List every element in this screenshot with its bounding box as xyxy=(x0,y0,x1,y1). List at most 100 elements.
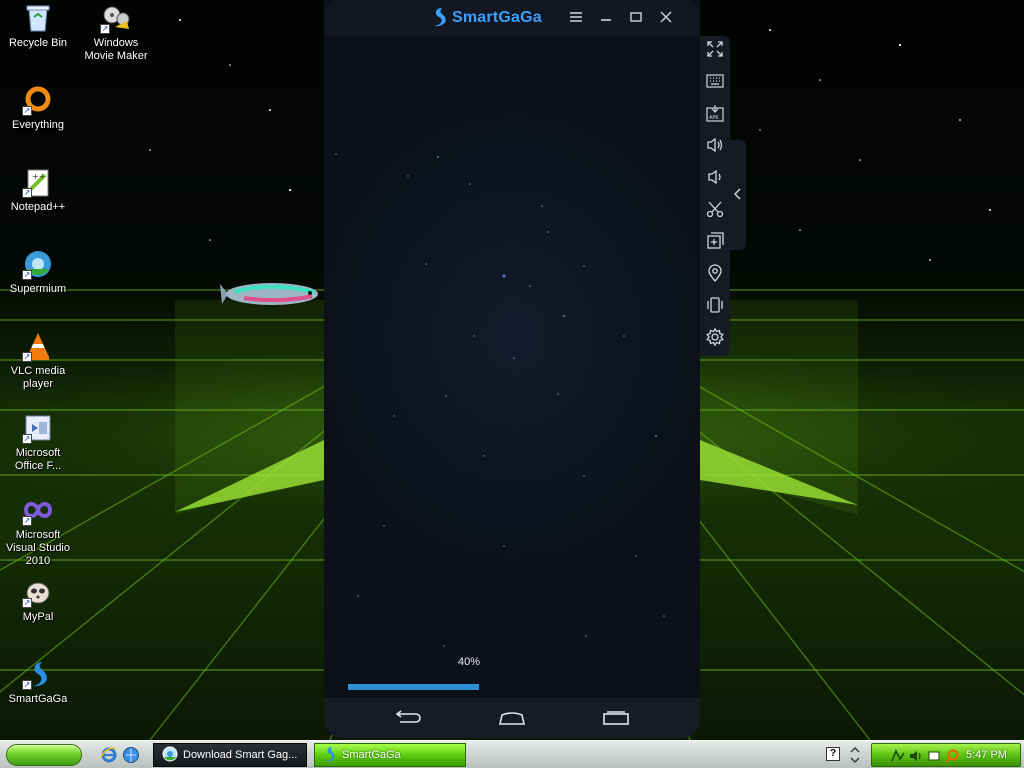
maximize-button[interactable] xyxy=(626,8,646,28)
tray-volume-icon[interactable] xyxy=(908,748,924,764)
smartgaga-icon: ↗ xyxy=(22,658,54,690)
quick-launch-show-desktop[interactable] xyxy=(122,746,140,764)
desktop-icon-mypal[interactable]: ↗ MyPal xyxy=(0,576,76,624)
home-icon xyxy=(498,712,526,729)
svg-text:APK: APK xyxy=(709,115,719,121)
apk-install-icon: APK xyxy=(706,104,724,125)
shake-icon xyxy=(706,296,724,317)
close-button[interactable] xyxy=(656,8,676,28)
desktop-fish-decoration xyxy=(220,283,318,305)
multi-instance-icon xyxy=(706,231,724,253)
emulator-brand: SmartGaGa xyxy=(430,7,542,30)
location-button[interactable] xyxy=(704,263,726,285)
desktop-icon-recycle-bin[interactable]: Recycle Bin xyxy=(0,2,76,50)
desktop-icon-smartgaga[interactable]: ↗ SmartGaGa xyxy=(0,658,76,706)
desktop-icon-everything[interactable]: ↗ Everything xyxy=(0,84,76,132)
emulator-brand-name: SmartGaGa xyxy=(452,9,542,26)
desktop-icon-label: SmartGaGa xyxy=(8,693,68,705)
fullscreen-button[interactable] xyxy=(704,39,726,61)
desktop-icon-label: Everything xyxy=(12,119,64,131)
emulator-screen[interactable]: 40% xyxy=(324,36,700,698)
desktop-icon-microsoft-office[interactable]: ↗ Microsoft Office F... xyxy=(0,412,76,473)
volume-up-button[interactable] xyxy=(704,135,726,157)
quick-launch-ie[interactable] xyxy=(100,746,118,764)
menu-icon xyxy=(570,11,582,25)
desktop-icon-label: Windows Movie Maker xyxy=(84,37,148,62)
screenshot-scissors-icon xyxy=(706,200,724,221)
shake-button[interactable] xyxy=(704,295,726,317)
globe-icon xyxy=(122,747,140,767)
tray-app-icon[interactable] xyxy=(926,748,942,764)
desktop-icon-label: Notepad++ xyxy=(10,201,66,213)
apk-install-button[interactable]: APK xyxy=(704,103,726,125)
menu-button[interactable] xyxy=(566,8,586,28)
help-icon[interactable]: ? xyxy=(826,747,840,761)
smartgaga-small-icon xyxy=(323,746,337,765)
smartgaga-emulator-window[interactable]: SmartGaGa 40% xyxy=(324,0,700,738)
minimize-icon xyxy=(600,12,612,25)
movie-maker-icon: ↗ xyxy=(100,2,132,34)
desktop-icon-label: Recycle Bin xyxy=(8,37,68,49)
location-icon xyxy=(707,263,723,285)
keyboard-icon xyxy=(706,73,724,91)
smartgaga-logo-icon xyxy=(430,7,448,30)
system-tray: 5:47 PM xyxy=(871,743,1021,767)
multi-instance-button[interactable] xyxy=(704,231,726,253)
taskbar-item-smartgaga[interactable]: SmartGaGa xyxy=(314,743,466,767)
fullscreen-icon xyxy=(706,40,724,61)
desktop-icon-notepad-plus-plus[interactable]: ++ ↗ Notepad++ xyxy=(0,166,76,214)
loading-starfield xyxy=(335,153,665,647)
supermium-icon: ↗ xyxy=(22,248,54,280)
desktop-icon-visual-studio-2010[interactable]: ↗ Microsoft Visual Studio 2010 xyxy=(0,494,76,568)
internet-explorer-icon xyxy=(100,747,118,767)
taskbar-item-label: SmartGaGa xyxy=(342,749,401,761)
desktop-icon-label: Supermium xyxy=(9,283,67,295)
visual-studio-icon: ↗ xyxy=(22,494,54,526)
settings-button[interactable] xyxy=(704,327,726,349)
office-icon: ↗ xyxy=(22,412,54,444)
home-button[interactable] xyxy=(498,710,526,726)
back-icon xyxy=(394,710,422,729)
desktop-icon-label: VLC media player xyxy=(10,365,66,390)
volume-down-button[interactable] xyxy=(704,167,726,189)
taskbar-item-label: Download Smart Gag... xyxy=(183,749,298,761)
tray-scroll-arrows[interactable] xyxy=(848,744,862,766)
desktop-icon-label: Microsoft Visual Studio 2010 xyxy=(5,529,70,567)
taskbar: Download Smart Gag... SmartGaGa ? 5:47 P… xyxy=(0,740,1024,768)
recycle-bin-icon xyxy=(22,2,54,34)
tray-search-icon[interactable] xyxy=(944,748,960,764)
start-button[interactable] xyxy=(6,744,82,766)
chevron-left-icon xyxy=(733,187,742,203)
svg-text:++: ++ xyxy=(32,172,45,181)
emulator-side-toolbar: APK xyxy=(700,36,730,356)
mypal-icon: ↗ xyxy=(22,576,54,608)
taskbar-clock[interactable]: 5:47 PM xyxy=(966,749,1007,761)
back-button[interactable] xyxy=(394,710,422,726)
desktop-icon-label: MyPal xyxy=(22,611,54,623)
maximize-icon xyxy=(630,11,642,25)
loading-progress-bar xyxy=(348,684,676,690)
close-icon xyxy=(660,11,672,26)
toolbar-collapse-handle[interactable] xyxy=(730,140,746,250)
settings-icon xyxy=(706,327,724,349)
loading-progress-text: 40% xyxy=(457,656,481,668)
vlc-icon: ↗ xyxy=(22,330,54,362)
taskbar-item-browser[interactable]: Download Smart Gag... xyxy=(153,743,307,767)
desktop-icon-label: Microsoft Office F... xyxy=(14,447,62,472)
keyboard-button[interactable] xyxy=(704,71,726,93)
loading-progress-fill xyxy=(348,684,480,690)
recents-button[interactable] xyxy=(602,710,630,726)
screenshot-button[interactable] xyxy=(704,199,726,221)
desktop-icon-supermium[interactable]: ↗ Supermium xyxy=(0,248,76,296)
notepad-plus-plus-icon: ++ ↗ xyxy=(22,166,54,198)
recents-icon xyxy=(602,711,630,729)
volume-up-icon xyxy=(706,137,724,156)
emulator-title-bar[interactable]: SmartGaGa xyxy=(324,0,700,36)
browser-icon xyxy=(162,746,178,765)
tray-network-icon[interactable] xyxy=(890,748,906,764)
desktop-icon-windows-movie-maker[interactable]: ↗ Windows Movie Maker xyxy=(78,2,154,63)
minimize-button[interactable] xyxy=(596,8,616,28)
everything-icon: ↗ xyxy=(22,84,54,116)
desktop-icon-vlc-media-player[interactable]: ↗ VLC media player xyxy=(0,330,76,391)
android-nav-bar xyxy=(324,698,700,738)
